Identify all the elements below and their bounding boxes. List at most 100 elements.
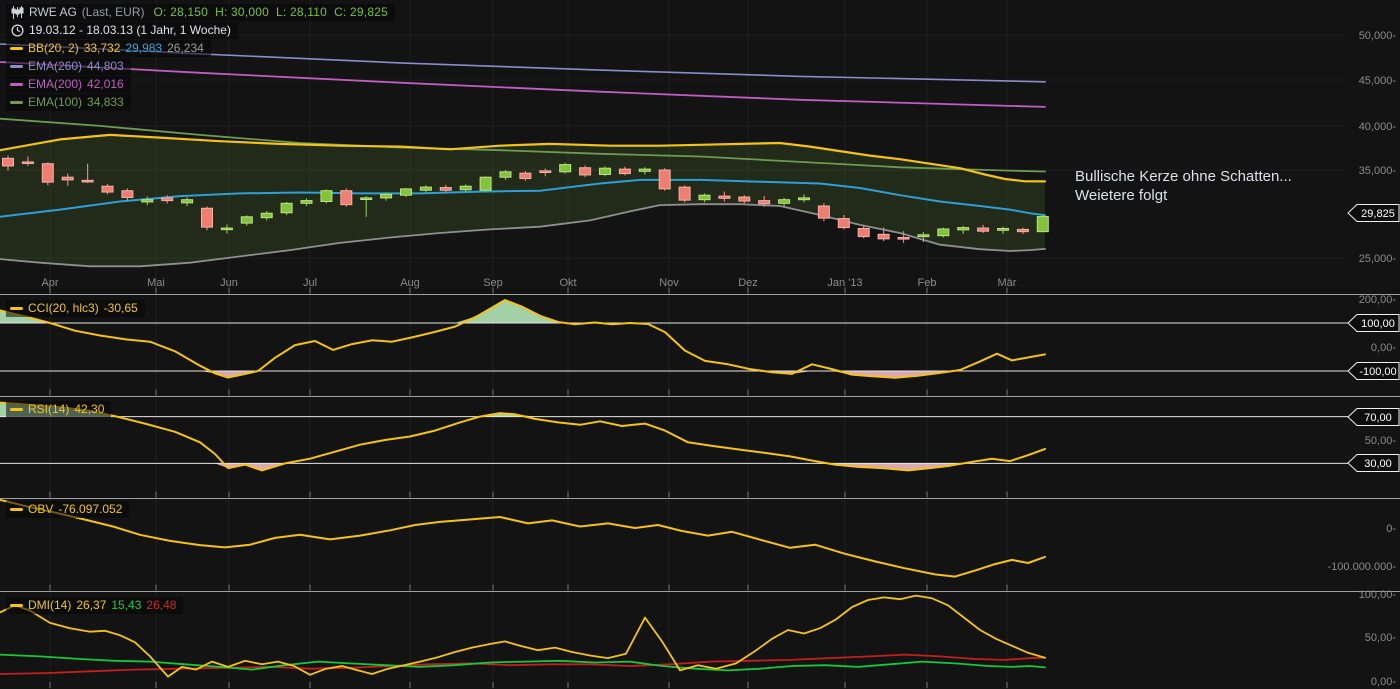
- cci-value: -30,65: [103, 301, 138, 315]
- instrument-header-row[interactable]: RWE AG (Last, EUR) O: 28,150 H: 30,000 L…: [6, 4, 395, 21]
- x-axis-label: Sep: [483, 277, 503, 289]
- y-axis-label: -100.000.000-: [1328, 561, 1397, 573]
- candle[interactable]: [141, 199, 154, 203]
- x-axis-label: Aug: [400, 277, 420, 289]
- y-axis-label: 50,00-: [1365, 435, 1397, 447]
- candle[interactable]: [280, 202, 293, 214]
- price-tag-label: 100,00: [1361, 318, 1395, 330]
- ema260-legend-row[interactable]: EMA(260) 44,803: [6, 58, 131, 75]
- x-axis-label: Dez: [738, 277, 758, 289]
- candle[interactable]: [579, 167, 592, 176]
- candle[interactable]: [260, 212, 273, 219]
- rsi-value: 42,30: [74, 402, 105, 416]
- candle[interactable]: [599, 167, 611, 175]
- x-axis-label: Okt: [559, 277, 576, 289]
- candle[interactable]: [21, 161, 34, 164]
- y-axis-label: 0-: [1386, 523, 1396, 535]
- bollinger-legend-row[interactable]: BB(20, 2) 33,732 29,983 26,234: [6, 40, 211, 57]
- candle[interactable]: [937, 228, 950, 237]
- candle[interactable]: [897, 237, 910, 240]
- candle[interactable]: [121, 190, 134, 198]
- dmi-adx-value: 26,37: [76, 598, 107, 612]
- obv-indicator-label[interactable]: OBV -76.097.052: [6, 501, 130, 518]
- obv-line-swatch: [10, 508, 23, 511]
- candle[interactable]: [718, 195, 731, 199]
- ema200-label: EMA(200): [28, 77, 83, 91]
- candle[interactable]: [101, 185, 114, 193]
- price-tag-label: 30,00: [1364, 458, 1392, 470]
- x-axis-label: Jan '13: [827, 277, 862, 289]
- ohlc-values: O: 28,150 H: 30,000 L: 28,110 C: 29,825: [153, 5, 388, 19]
- candle[interactable]: [539, 170, 552, 173]
- instrument-series-type: (Last, EUR): [81, 5, 145, 19]
- candlestick-chart-icon: [10, 6, 24, 20]
- candle[interactable]: [240, 216, 253, 224]
- candle[interactable]: [320, 190, 333, 202]
- candle[interactable]: [161, 197, 174, 202]
- candle[interactable]: [877, 233, 890, 240]
- ema260-label: EMA(260): [28, 59, 83, 73]
- candle[interactable]: [997, 228, 1009, 231]
- date-range-row[interactable]: 19.03.12 - 18.03.13 (1 Jahr, 1 Woche): [6, 22, 238, 39]
- candle[interactable]: [798, 197, 810, 201]
- ema100-label: EMA(100): [28, 95, 83, 109]
- dmi-indicator-label[interactable]: DMI(14) 26,37 15,43 26,48: [6, 597, 184, 614]
- candle[interactable]: [181, 199, 194, 204]
- candle[interactable]: [638, 168, 651, 172]
- candle[interactable]: [1036, 216, 1049, 233]
- candle[interactable]: [300, 200, 313, 204]
- candle[interactable]: [778, 199, 791, 204]
- candle[interactable]: [837, 218, 850, 229]
- candle[interactable]: [400, 188, 412, 196]
- ema100-line-swatch: [10, 101, 23, 104]
- candle[interactable]: [738, 196, 751, 202]
- candle[interactable]: [419, 186, 432, 191]
- candle[interactable]: [340, 190, 353, 206]
- bollinger-upper-value: 33,732: [83, 41, 121, 55]
- candle[interactable]: [81, 179, 94, 183]
- price-tag-label: 70,00: [1364, 412, 1392, 424]
- dmi-plus-di-value: 15,43: [111, 598, 142, 612]
- candle[interactable]: [459, 185, 472, 191]
- candle[interactable]: [1016, 228, 1029, 233]
- candle[interactable]: [977, 227, 990, 232]
- candle[interactable]: [61, 176, 74, 181]
- bollinger-mid-value: 29,983: [125, 41, 163, 55]
- ema100-legend-row[interactable]: EMA(100) 34,833: [6, 94, 131, 111]
- ema100-value: 34,833: [87, 95, 124, 109]
- candle[interactable]: [678, 186, 691, 201]
- candle[interactable]: [201, 207, 213, 228]
- candle[interactable]: [380, 193, 393, 199]
- annotation-text[interactable]: Bullische Kerze ohne Schatten... Weieter…: [1075, 167, 1395, 205]
- candle[interactable]: [439, 187, 452, 191]
- candle[interactable]: [2, 157, 14, 167]
- candle[interactable]: [957, 227, 970, 231]
- candle[interactable]: [499, 171, 512, 178]
- candle[interactable]: [658, 169, 671, 190]
- bollinger-lower-value: 26,234: [167, 41, 204, 55]
- cci-line-swatch: [10, 307, 23, 310]
- y-axis-label: 45,000-: [1359, 75, 1397, 87]
- ema200-line-swatch: [10, 83, 23, 86]
- candle[interactable]: [817, 205, 830, 219]
- candle[interactable]: [758, 200, 771, 205]
- candle[interactable]: [360, 197, 373, 200]
- ema200-legend-row[interactable]: EMA(200) 42,016: [6, 76, 131, 93]
- candle[interactable]: [857, 228, 870, 238]
- dmi-minus-di-value: 26,48: [146, 598, 177, 612]
- candle[interactable]: [41, 163, 54, 183]
- rsi-indicator-label[interactable]: RSI(14) 42,30: [6, 401, 112, 418]
- price-tag-label: 29,825: [1361, 208, 1395, 220]
- candle[interactable]: [519, 172, 532, 180]
- ema200-value: 42,016: [87, 77, 124, 91]
- candle[interactable]: [559, 164, 572, 173]
- candle[interactable]: [618, 168, 631, 175]
- candle[interactable]: [917, 234, 930, 238]
- candle[interactable]: [698, 194, 711, 201]
- obv-label: OBV: [28, 502, 54, 516]
- price-tag-label: -100,00: [1359, 366, 1396, 378]
- candle[interactable]: [479, 176, 492, 191]
- cci-indicator-label[interactable]: CCI(20, hlc3) -30,65: [6, 300, 145, 317]
- candle[interactable]: [220, 227, 233, 231]
- y-axis-label: 0,00-: [1371, 676, 1396, 688]
